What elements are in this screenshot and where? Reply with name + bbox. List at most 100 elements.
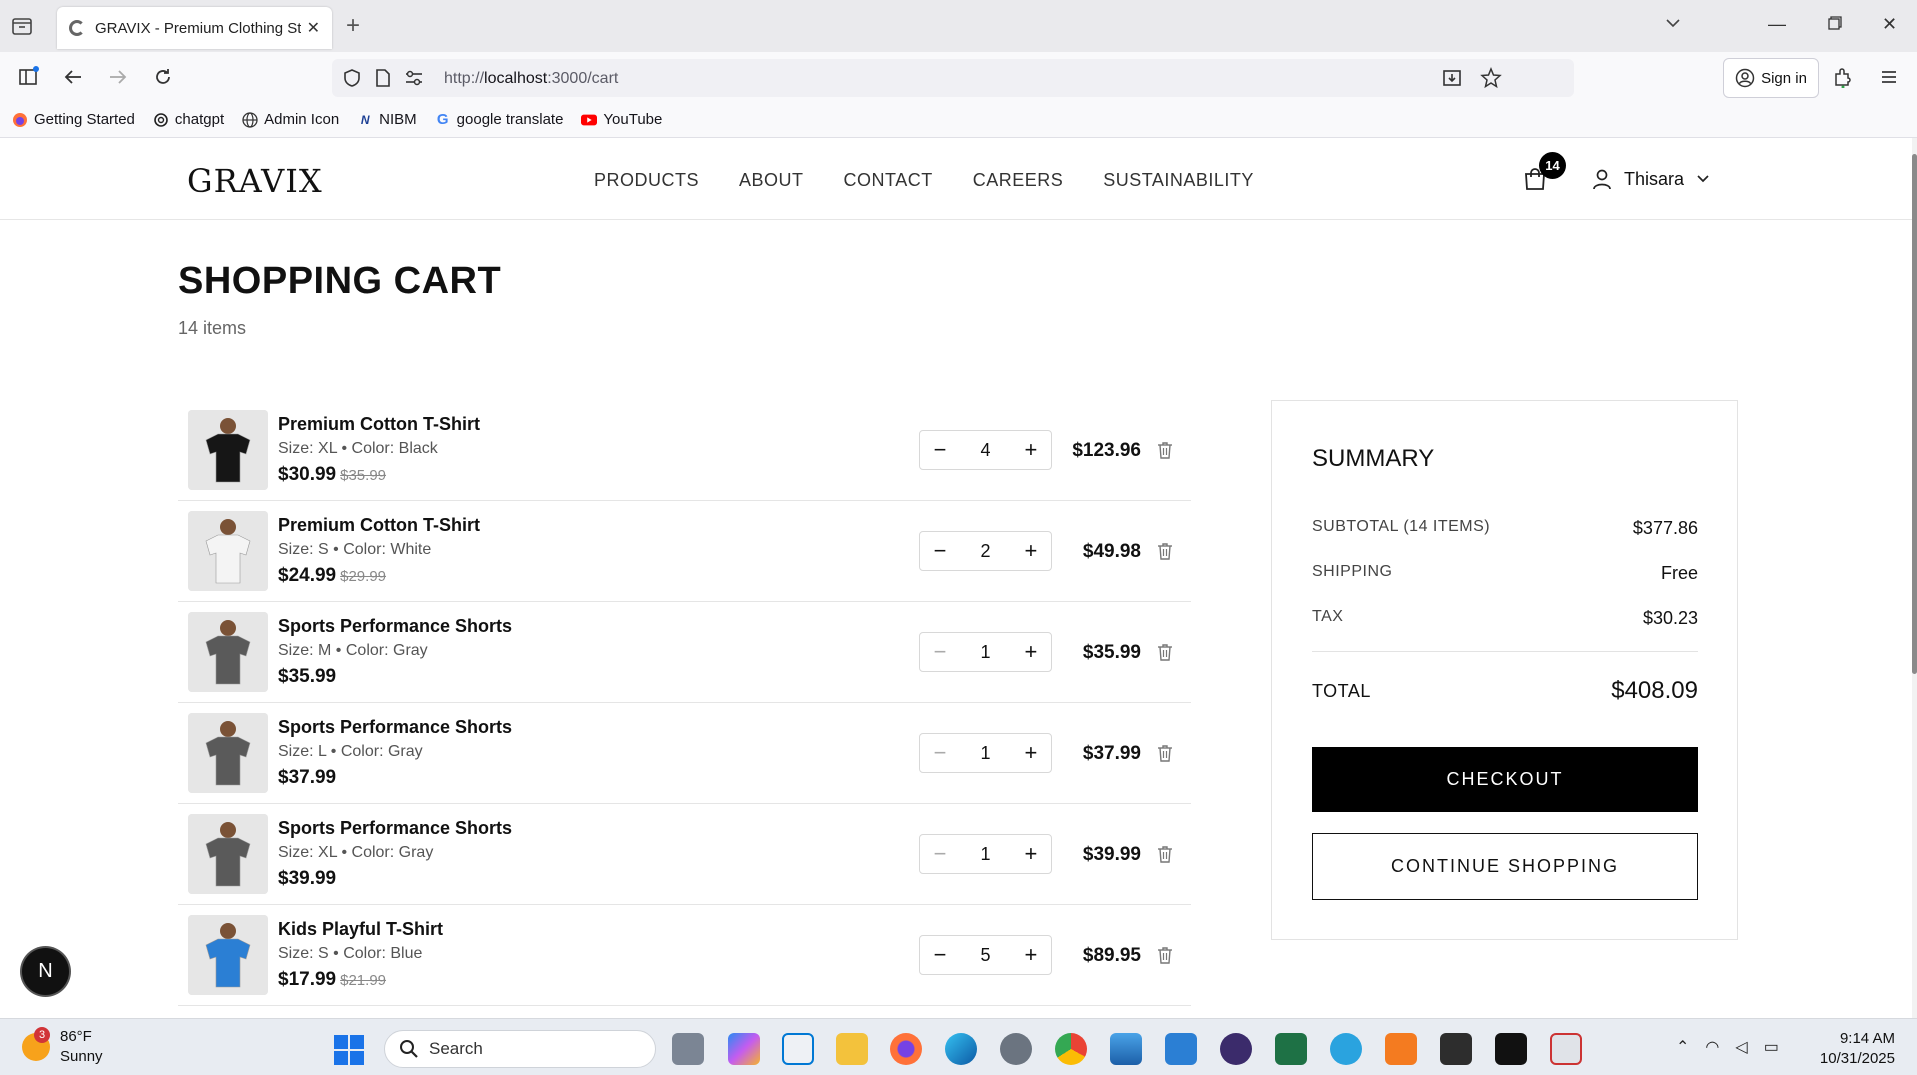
- nav-contact[interactable]: CONTACT: [844, 170, 933, 191]
- increase-quantity-button[interactable]: +: [1023, 639, 1039, 665]
- increase-quantity-button[interactable]: +: [1023, 740, 1039, 766]
- product-name[interactable]: Premium Cotton T-Shirt: [278, 414, 480, 435]
- sidebar-toggle-icon[interactable]: [16, 64, 42, 90]
- nav-products[interactable]: PRODUCTS: [594, 170, 699, 191]
- photos-icon[interactable]: [1110, 1033, 1142, 1065]
- bookmark-nibm[interactable]: N NIBM: [357, 111, 417, 128]
- trash-icon[interactable]: [1157, 542, 1173, 560]
- tab-close-icon[interactable]: ✕: [307, 18, 320, 38]
- shield-icon[interactable]: [342, 68, 362, 93]
- taskbar-clock[interactable]: 9:14 AM 10/31/2025: [1815, 1029, 1895, 1069]
- decrease-quantity-button[interactable]: −: [932, 841, 948, 867]
- show-hidden-icons-chevron-icon[interactable]: ⌃: [1676, 1037, 1689, 1057]
- bookmark-getting-started[interactable]: Getting Started: [12, 111, 135, 128]
- product-thumbnail[interactable]: [188, 410, 268, 490]
- xampp-icon[interactable]: [1385, 1033, 1417, 1065]
- tab-overflow-chevron-icon[interactable]: [1664, 14, 1682, 37]
- product-name[interactable]: Sports Performance Shorts: [278, 616, 512, 637]
- windows-start-icon[interactable]: [334, 1035, 364, 1065]
- product-thumbnail[interactable]: [188, 915, 268, 995]
- reload-icon[interactable]: [150, 64, 176, 90]
- decrease-quantity-button[interactable]: −: [932, 538, 948, 564]
- permissions-icon[interactable]: [404, 69, 424, 92]
- product-thumbnail[interactable]: [188, 612, 268, 692]
- url-bar[interactable]: http://localhost:3000/cart: [332, 59, 1574, 97]
- unit-price: $35.99: [278, 666, 337, 687]
- quantity-value: 1: [980, 742, 991, 763]
- volume-icon[interactable]: ◁: [1735, 1037, 1747, 1057]
- excel-icon[interactable]: [1275, 1033, 1307, 1065]
- url-text[interactable]: http://localhost:3000/cart: [444, 70, 618, 88]
- trash-icon[interactable]: [1157, 744, 1173, 762]
- weather-widget[interactable]: 3 86°F Sunny: [22, 1027, 103, 1067]
- firefox-taskbar-icon[interactable]: [890, 1033, 922, 1065]
- snipping-tool-icon[interactable]: [1550, 1033, 1582, 1065]
- increase-quantity-button[interactable]: +: [1023, 942, 1039, 968]
- decrease-quantity-button[interactable]: −: [932, 437, 948, 463]
- page-info-icon[interactable]: [374, 68, 392, 93]
- increase-quantity-button[interactable]: +: [1023, 437, 1039, 463]
- bookmark-chatgpt[interactable]: chatgpt: [153, 111, 224, 128]
- bookmark-star-icon[interactable]: [1480, 67, 1502, 94]
- sign-in-button[interactable]: Sign in: [1723, 58, 1819, 98]
- bookmark-admin-icon[interactable]: Admin Icon: [242, 111, 339, 128]
- product-name[interactable]: Sports Performance Shorts: [278, 818, 512, 839]
- copilot-icon[interactable]: [728, 1033, 760, 1065]
- cart-item-row: Kids Playful T-Shirt Size: S • Color: Blu…: [178, 905, 1191, 1006]
- install-app-icon[interactable]: [1442, 68, 1462, 93]
- nav-sustainability[interactable]: SUSTAINABILITY: [1103, 170, 1254, 191]
- decrease-quantity-button[interactable]: −: [932, 740, 948, 766]
- trash-icon[interactable]: [1157, 946, 1173, 964]
- page-scrollbar[interactable]: [1912, 138, 1917, 1018]
- bookmark-youtube[interactable]: YouTube: [581, 111, 662, 128]
- quantity-stepper: − 2 +: [919, 531, 1052, 571]
- product-name[interactable]: Premium Cotton T-Shirt: [278, 515, 480, 536]
- github-desktop-icon[interactable]: [1220, 1033, 1252, 1065]
- extensions-icon[interactable]: [1830, 64, 1856, 90]
- product-thumbnail[interactable]: [188, 814, 268, 894]
- new-tab-icon[interactable]: +: [346, 12, 360, 40]
- telegram-icon[interactable]: [1330, 1033, 1362, 1065]
- tab-list-icon[interactable]: [10, 14, 34, 38]
- minimize-icon[interactable]: —: [1768, 14, 1786, 35]
- nav-careers[interactable]: CAREERS: [973, 170, 1064, 191]
- capcut-icon[interactable]: [1495, 1033, 1527, 1065]
- file-explorer-icon[interactable]: [836, 1033, 868, 1065]
- terminal-icon[interactable]: [1440, 1033, 1472, 1065]
- trash-icon[interactable]: [1157, 845, 1173, 863]
- decrease-quantity-button[interactable]: −: [932, 942, 948, 968]
- settings-gear-icon[interactable]: [1000, 1033, 1032, 1065]
- product-thumbnail[interactable]: [188, 511, 268, 591]
- restore-icon[interactable]: [1828, 14, 1842, 35]
- nav-about[interactable]: ABOUT: [739, 170, 804, 191]
- trash-icon[interactable]: [1157, 441, 1173, 459]
- nextjs-dev-badge[interactable]: N: [22, 948, 69, 995]
- product-name[interactable]: Sports Performance Shorts: [278, 717, 512, 738]
- browser-tab-active[interactable]: GRAVIX - Premium Clothing Sto ✕: [57, 7, 332, 49]
- microsoft-store-icon[interactable]: [782, 1033, 814, 1065]
- chrome-icon[interactable]: [1055, 1033, 1087, 1065]
- wifi-icon[interactable]: ◠: [1705, 1037, 1719, 1057]
- product-thumbnail[interactable]: [188, 713, 268, 793]
- edge-icon[interactable]: [945, 1033, 977, 1065]
- bookmark-google-translate[interactable]: G google translate: [435, 111, 564, 128]
- user-menu[interactable]: Thisara: [1592, 168, 1710, 190]
- battery-icon[interactable]: ▭: [1764, 1037, 1779, 1057]
- checkout-button[interactable]: CHECKOUT: [1312, 747, 1698, 812]
- taskbar-search[interactable]: Search: [384, 1030, 656, 1068]
- window-close-icon[interactable]: ✕: [1882, 14, 1897, 35]
- continue-shopping-button[interactable]: CONTINUE SHOPPING: [1312, 833, 1698, 900]
- increase-quantity-button[interactable]: +: [1023, 538, 1039, 564]
- site-logo[interactable]: GRAVIX: [187, 162, 323, 200]
- scrollbar-thumb[interactable]: [1912, 154, 1917, 674]
- back-icon[interactable]: [60, 64, 86, 90]
- menu-icon[interactable]: [1876, 64, 1902, 90]
- forward-icon[interactable]: [105, 64, 131, 90]
- decrease-quantity-button[interactable]: −: [932, 639, 948, 665]
- increase-quantity-button[interactable]: +: [1023, 841, 1039, 867]
- trash-icon[interactable]: [1157, 643, 1173, 661]
- page-title: SHOPPING CART: [178, 260, 502, 302]
- vscode-icon[interactable]: [1165, 1033, 1197, 1065]
- task-view-icon[interactable]: [672, 1033, 704, 1065]
- product-name[interactable]: Kids Playful T-Shirt: [278, 919, 443, 940]
